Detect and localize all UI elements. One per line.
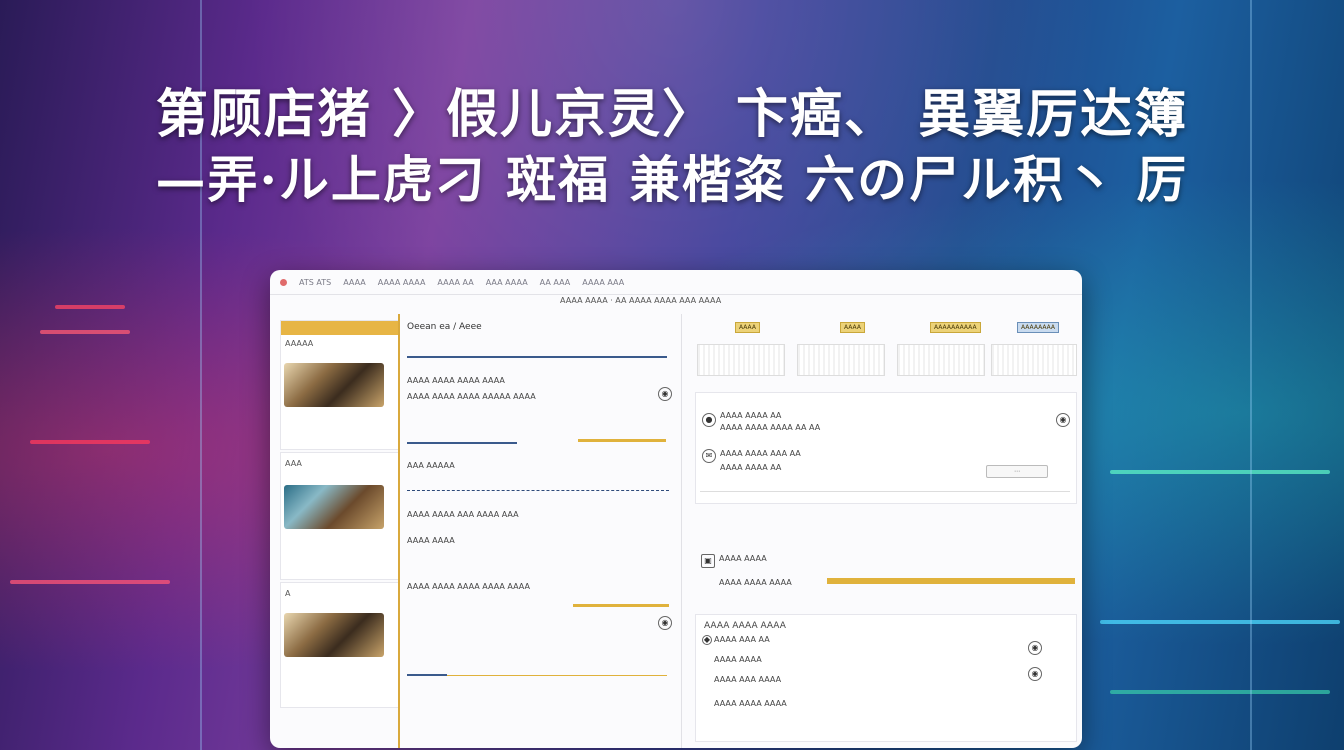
right-column: AAAA AAAA AAAAAAAAAA AAAAAAAA ● AAAA AAA… (695, 314, 1077, 748)
middle-divider (407, 442, 517, 444)
decor-stripe (30, 440, 150, 444)
card-1-label: AAAAA (285, 339, 314, 348)
card-3-label: A (285, 589, 291, 598)
panel-eye-icon[interactable]: ◉ (1056, 413, 1070, 427)
column-divider (681, 314, 682, 748)
shield-icon: ◆ (702, 635, 712, 645)
left-column: AAAAA AAA A (280, 314, 400, 748)
middle-row: AAAA AAAA AAAA AAAA AAAA (407, 582, 530, 591)
middle-eye-icon[interactable]: ◉ (658, 387, 672, 401)
right-progress-bar (827, 578, 1075, 584)
app-window: ATS ATS AAAA AAAA AAAA AAAA AA AAA AAAA … (270, 270, 1082, 748)
detail-title: AAAA AAAA AAAA (704, 621, 786, 631)
info-panel: ● AAAA AAAA AA AAAA AAAA AAAA AA AA ◉ ✉ … (695, 392, 1077, 504)
card-1-thumbnail[interactable] (284, 363, 384, 407)
decor-stripe (55, 305, 125, 309)
mini-chart (697, 344, 785, 376)
detail-panel: AAAA AAAA AAAA ◆ AAAA AAA AA AAAA AAAA A… (695, 614, 1077, 742)
mini-chart (897, 344, 985, 376)
panel-row: AAAA AAAA AAAA (719, 578, 792, 587)
panel-row: AAAA AAAA AAAA (714, 699, 787, 708)
title-item[interactable]: AAAA AAA (582, 278, 624, 287)
panel-row: AAAA AAAA (714, 655, 762, 664)
card-2-thumbnail[interactable] (284, 485, 384, 529)
column-divider (398, 314, 400, 748)
middle-row: AAAA AAAA AAAA AAAA (407, 376, 505, 385)
panel-row: AAAA AAA AAAA (714, 675, 782, 684)
panel-row: AAAA AAAA AA (720, 463, 782, 472)
status-pill[interactable]: AAAA (840, 322, 865, 333)
middle-row: AAAA AAAA (407, 536, 455, 545)
middle-row: AAA AAAAA (407, 461, 455, 470)
status-pill[interactable]: AAAA (735, 322, 760, 333)
panel-row: AAAA AAAA AA (720, 411, 782, 420)
card-2[interactable]: AAA (280, 452, 400, 580)
card-1-header-bar (281, 321, 399, 335)
middle-row: AAAA AAAA AAA AAAA AAA (407, 510, 519, 519)
decor-stripe (1110, 470, 1330, 474)
chat-icon: ✉ (702, 449, 716, 463)
title-item[interactable]: AAAA (343, 278, 366, 287)
title-item[interactable]: AAA AAAA (486, 278, 528, 287)
panel-divider (700, 491, 1070, 492)
decor-stripe (1100, 620, 1340, 624)
middle-divider (407, 674, 447, 676)
lock-icon: ▣ (701, 554, 715, 568)
title-item[interactable]: AAAA AA (437, 278, 473, 287)
middle-dashed-line (407, 490, 669, 491)
decor-stripe (10, 580, 170, 584)
middle-highlight-bar (573, 604, 669, 607)
middle-column: Oeean ea / Aeee AAAA AAAA AAAA AAAA AAAA… (403, 314, 680, 748)
middle-row: AAAA AAAA AAAA AAAAA AAAA (407, 392, 536, 401)
decor-stripe (40, 330, 130, 334)
mini-chart (797, 344, 885, 376)
panel-row: AAAA AAAA (719, 554, 767, 563)
status-pill[interactable]: AAAAAAAAAA (930, 322, 981, 333)
headline-line-2: —弄·ル上虎刁 斑福 兼楷粢 六の尸ル积丶 厉 (155, 150, 1189, 209)
card-3-thumbnail[interactable] (284, 613, 384, 657)
middle-divider (447, 675, 667, 676)
card-1[interactable]: AAAAA (280, 320, 400, 450)
panel-eye-icon[interactable]: ◉ (1028, 667, 1042, 681)
middle-divider (407, 356, 667, 358)
window-close-icon[interactable] (280, 278, 287, 286)
panel-button[interactable]: ⋯ (986, 465, 1048, 478)
panel-row: AAAA AAAA AAA AA (720, 449, 801, 458)
panel-row: AAAA AAA AA (714, 635, 770, 644)
status-pill[interactable]: AAAAAAAA (1017, 322, 1060, 333)
title-item[interactable]: AAAA AAAA (378, 278, 426, 287)
card-3[interactable]: A (280, 582, 400, 708)
user-icon: ● (702, 413, 716, 427)
panel-eye-icon[interactable]: ◉ (1028, 641, 1042, 655)
middle-highlight-bar (578, 439, 666, 442)
middle-eye-icon[interactable]: ◉ (658, 616, 672, 630)
decor-stripe (1110, 690, 1330, 694)
card-2-label: AAA (285, 459, 302, 468)
headline-line-1: 第顾店猪 〉假儿京灵〉 卞癌、 異翼厉达簿 (155, 84, 1189, 145)
title-item[interactable]: AA AAA (540, 278, 571, 287)
title-bar: ATS ATS AAAA AAAA AAAA AAAA AA AAA AAAA … (270, 270, 1082, 295)
panel-row: AAAA AAAA AAAA AA AA (720, 423, 821, 432)
mini-chart (991, 344, 1077, 376)
title-item[interactable]: ATS ATS (299, 278, 331, 287)
address-bar[interactable]: AAAA AAAA · AA AAAA AAAA AAA AAAA (560, 296, 721, 305)
middle-top-title: Oeean ea / Aeee (407, 322, 482, 332)
